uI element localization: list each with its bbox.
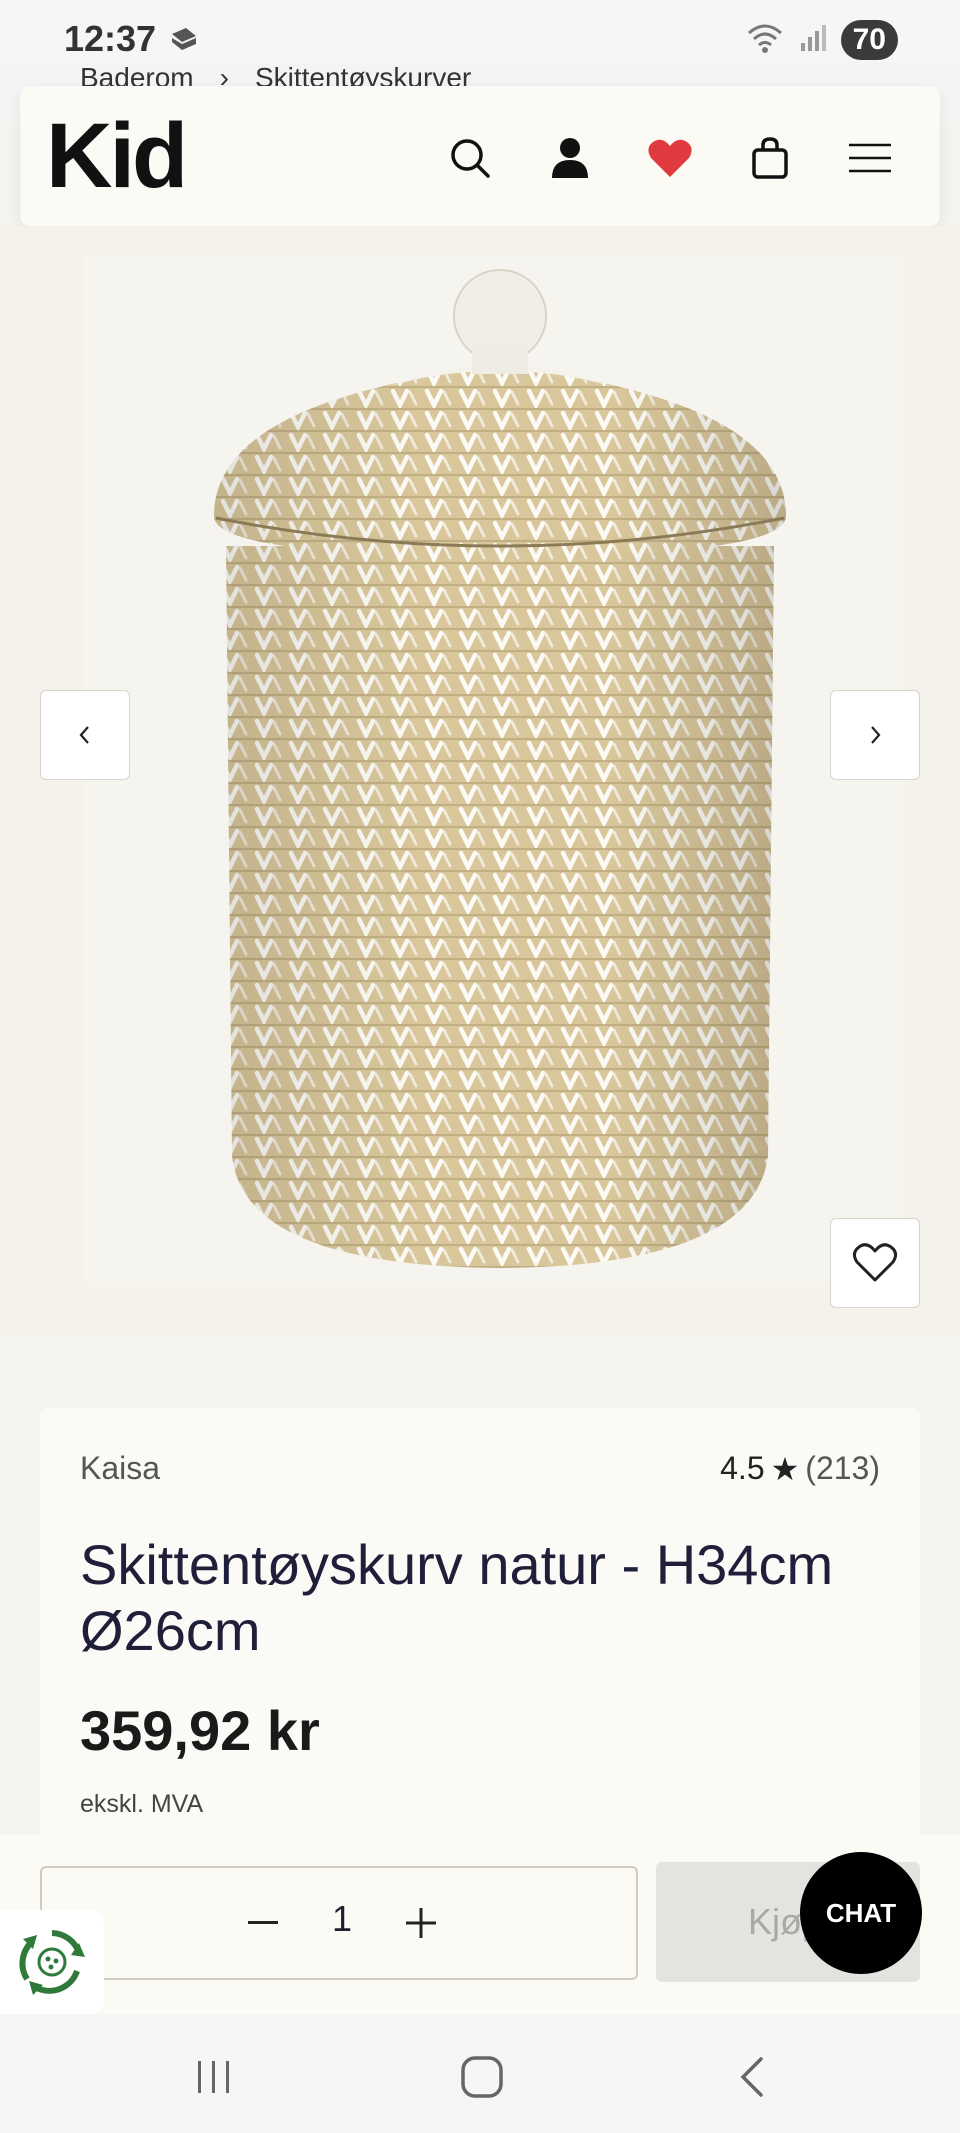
recycle-icon xyxy=(19,1930,85,1995)
heart-outline-icon xyxy=(852,1243,898,1282)
chevron-left-icon xyxy=(79,726,89,744)
gallery-next-button[interactable] xyxy=(830,690,920,780)
product-title: Skittentøyskurv natur - H34cm Ø26cm xyxy=(80,1533,834,1662)
quantity-value[interactable]: 1 xyxy=(328,1898,356,1940)
gallery-prev-button[interactable] xyxy=(40,690,130,780)
product-info-card: Kaisa 4.5 ★ (213) Skittentøyskurv natur … xyxy=(40,1408,920,1868)
product-gallery xyxy=(0,226,960,1336)
product-rating[interactable]: 4.5 ★ (213) xyxy=(720,1450,880,1488)
status-time: 12:37 xyxy=(64,18,157,59)
vat-note: ekskl. MVA xyxy=(80,1790,204,1818)
chat-button[interactable]: CHAT xyxy=(800,1852,922,1974)
recent-apps-icon[interactable] xyxy=(184,2052,244,2102)
account-icon[interactable] xyxy=(540,128,600,188)
menu-icon[interactable] xyxy=(840,128,900,188)
favorite-button[interactable] xyxy=(830,1218,920,1308)
product-image xyxy=(84,256,904,1286)
recycle-badge[interactable] xyxy=(0,1910,104,2014)
site-header: Kid xyxy=(20,86,940,226)
review-count: (213) xyxy=(805,1450,880,1486)
plus-icon xyxy=(406,1908,436,1938)
wishlist-heart-icon[interactable] xyxy=(640,128,700,188)
logo[interactable]: Kid xyxy=(46,106,188,206)
star-icon: ★ xyxy=(770,1451,800,1487)
product-price: 359,92 kr xyxy=(80,1699,320,1762)
app-notification-icon xyxy=(168,24,200,56)
product-brand[interactable]: Kaisa xyxy=(80,1450,160,1487)
android-nav-bar xyxy=(0,2014,960,2133)
quantity-increase-button[interactable] xyxy=(396,1898,446,1948)
minus-icon xyxy=(248,1921,278,1924)
signal-icon xyxy=(799,23,827,58)
chevron-right-icon xyxy=(871,726,881,744)
rating-value: 4.5 xyxy=(720,1450,765,1486)
quantity-decrease-button[interactable] xyxy=(238,1898,288,1948)
battery-indicator: 70 xyxy=(840,20,898,60)
wifi-icon xyxy=(745,21,785,60)
cart-bag-icon[interactable] xyxy=(740,128,800,188)
back-icon[interactable] xyxy=(722,2052,782,2102)
status-indicators: 70 xyxy=(745,18,898,62)
home-icon[interactable] xyxy=(452,2052,512,2102)
search-icon[interactable] xyxy=(440,128,500,188)
quantity-stepper: 1 xyxy=(40,1866,638,1980)
